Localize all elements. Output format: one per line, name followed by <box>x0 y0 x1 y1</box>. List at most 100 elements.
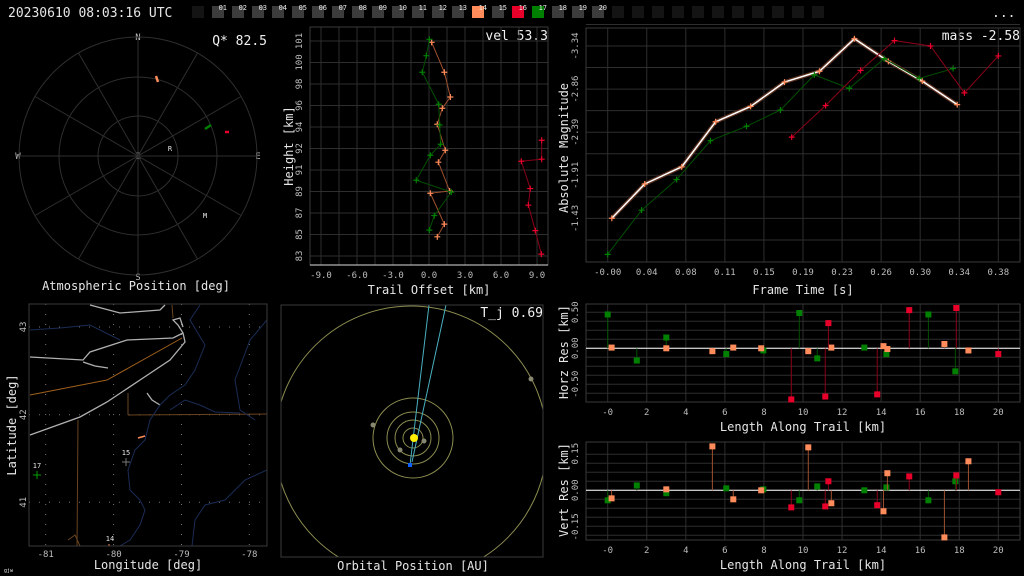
station-17[interactable]: 17 <box>33 462 41 479</box>
camera-slot-15[interactable]: 15 <box>492 4 507 18</box>
residual-point <box>822 393 829 400</box>
camera-slot-14[interactable]: 14 <box>472 4 487 18</box>
residual-point <box>906 473 913 480</box>
vert-res-ylabel: Vert Res [km] <box>557 443 571 537</box>
planet-dot <box>370 422 376 428</box>
residual-point <box>880 508 887 515</box>
data-point <box>426 227 433 234</box>
x-tick-label: 16 <box>915 546 926 556</box>
data-point <box>419 69 426 76</box>
residual-point <box>822 503 829 510</box>
moon-marker: M <box>203 212 207 220</box>
more-menu-button[interactable]: ... <box>992 6 1015 21</box>
station-15[interactable]: 15 <box>122 449 130 466</box>
island <box>146 392 161 406</box>
x-tick-label: -0 <box>602 546 613 556</box>
x-tick-label: -6.0 <box>346 271 368 281</box>
camera-slot-empty <box>792 6 804 18</box>
compass-east: E <box>255 152 260 162</box>
camera-slot-06[interactable]: 06 <box>312 4 327 18</box>
magnitude-xlabel: Frame Time [s] <box>752 283 853 297</box>
y-tick-label: -2.86 <box>571 76 581 103</box>
camera-slot-16[interactable]: 16 <box>512 4 527 18</box>
camera-slot-03[interactable]: 03 <box>252 4 267 18</box>
x-tick-label: 4 <box>683 408 688 418</box>
x-tick-label: 16 <box>915 408 926 418</box>
x-tick-label: 4 <box>683 546 688 556</box>
camera-slot-08[interactable]: 08 <box>352 4 367 18</box>
y-tick-label: 43 <box>19 322 29 333</box>
slot-label: 09 <box>379 4 387 12</box>
residual-point <box>663 486 670 493</box>
camera-slot-12[interactable]: 12 <box>432 4 447 18</box>
camera-slot-empty <box>612 6 624 18</box>
state-border <box>76 304 267 546</box>
x-tick-label: 2 <box>644 546 649 556</box>
x-tick-label: 0.30 <box>909 268 931 278</box>
data-point <box>538 137 545 144</box>
slot-box <box>792 6 804 18</box>
camera-slot-04[interactable]: 04 <box>272 4 287 18</box>
y-tick-label: 42 <box>19 409 29 420</box>
residual-point <box>953 472 960 479</box>
slot-label: 13 <box>459 4 467 12</box>
series-line-17 <box>607 58 954 255</box>
x-tick-label: 0.08 <box>675 268 697 278</box>
camera-slot-empty <box>812 6 824 18</box>
camera-slot-05[interactable]: 05 <box>292 4 307 18</box>
radiant-marker: R <box>168 145 173 153</box>
camera-slot-empty <box>752 6 764 18</box>
camera-slot-02[interactable]: 02 <box>232 4 247 18</box>
camera-slot-17[interactable]: 17 <box>532 4 547 18</box>
slot-label: 12 <box>439 4 447 12</box>
y-tick-label: 98 <box>295 79 305 90</box>
camera-slot-11[interactable]: 11 <box>412 4 427 18</box>
station-label: 17 <box>33 462 41 470</box>
tisserand-readout: T_j 0.69 <box>480 306 543 321</box>
y-tick-label: 83 <box>295 251 305 262</box>
slot-box <box>652 6 664 18</box>
data-point <box>423 52 430 59</box>
slot-box <box>692 6 704 18</box>
camera-slot-empty <box>772 6 784 18</box>
slot-box <box>672 6 684 18</box>
x-tick-label: 20 <box>993 546 1004 556</box>
residual-point <box>952 368 959 375</box>
residual-point <box>730 344 737 351</box>
camera-slot-09[interactable]: 09 <box>372 4 387 18</box>
data-point <box>527 185 534 192</box>
camera-slot-20[interactable]: 20 <box>592 4 607 18</box>
data-point <box>441 69 448 76</box>
camera-slot-01[interactable]: 01 <box>212 4 227 18</box>
height-axes: -9.0 -6.0 -3.0 0.0 3.0 6.0 9.0 101 100 98 96 94 92 91… <box>295 26 549 281</box>
camera-slot-10[interactable]: 10 <box>392 4 407 18</box>
data-point <box>413 177 420 184</box>
camera-slot-13[interactable]: 13 <box>452 4 467 18</box>
y-tick-label: -0.50 <box>571 371 581 398</box>
residual-point <box>828 344 835 351</box>
height-panel: vel 53.3 Trail Offset [km] Height [km] <box>282 29 548 297</box>
residual-point <box>965 458 972 465</box>
y-tick-label: 0.00 <box>571 337 581 359</box>
slot-box <box>732 6 744 18</box>
slot-label: 17 <box>539 4 547 12</box>
residual-point <box>828 500 835 507</box>
camera-slot-18[interactable]: 18 <box>552 4 567 18</box>
slot-label: 02 <box>239 4 247 12</box>
residual-point <box>608 344 615 351</box>
x-tick-label: 10 <box>798 546 809 556</box>
camera-slot-empty <box>632 6 644 18</box>
slot-label: 15 <box>499 4 507 12</box>
x-tick-label: 10 <box>798 408 809 418</box>
sun-icon <box>410 434 418 442</box>
y-tick-label: 85 <box>295 229 305 240</box>
map-frame <box>28 303 268 547</box>
magnitude-ylabel: Absolute Magnitude <box>557 83 571 213</box>
x-tick-label: 0.34 <box>948 268 970 278</box>
station-14[interactable]: 14 <box>106 535 114 546</box>
station-label: 14 <box>106 535 114 543</box>
residual-point <box>730 496 737 503</box>
residual-point <box>814 483 821 490</box>
camera-slot-19[interactable]: 19 <box>572 4 587 18</box>
camera-slot-07[interactable]: 07 <box>332 4 347 18</box>
